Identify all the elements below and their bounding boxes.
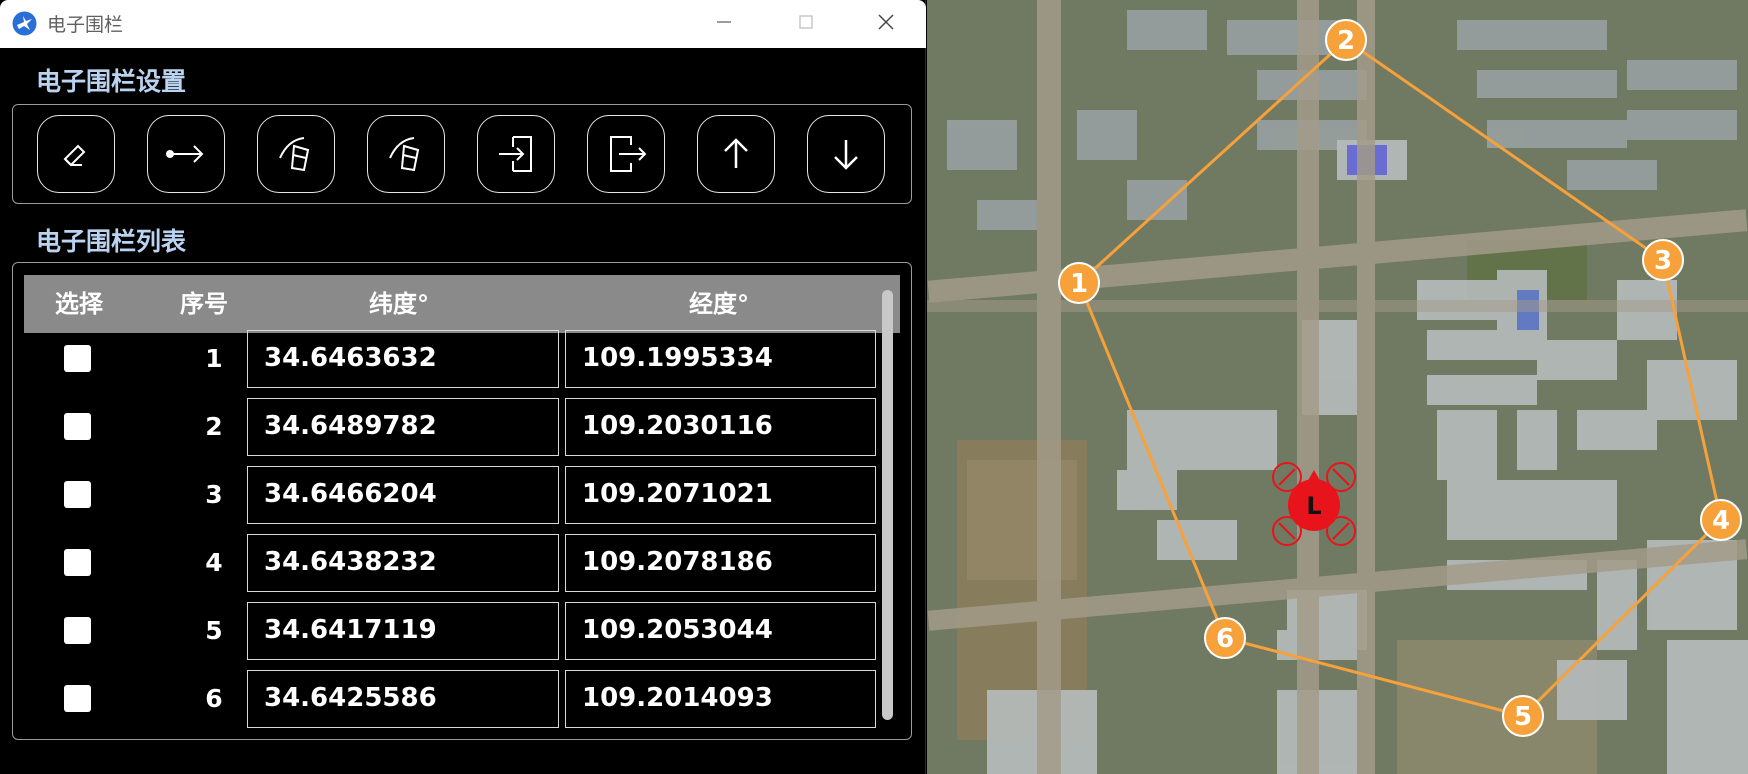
title-bar[interactable]: 电子围栏 <box>0 0 926 48</box>
column-header-select[interactable]: 选择 <box>24 275 134 333</box>
fence-settings-panel <box>12 104 912 204</box>
latitude-input[interactable]: 34.6425586 <box>247 670 559 728</box>
close-icon <box>878 14 894 30</box>
table-row[interactable]: 4 34.6438232 109.2078186 <box>24 534 876 608</box>
latitude-input[interactable]: 34.6417119 <box>247 602 559 660</box>
arrow-up-icon <box>724 138 748 168</box>
row-select-checkbox[interactable] <box>64 685 91 712</box>
fence-marker-3[interactable]: 3 <box>1642 239 1684 281</box>
longitude-input[interactable]: 109.2053044 <box>565 602 876 660</box>
fence-marker-label: 3 <box>1654 246 1672 276</box>
fence-list-title: 电子围栏列表 <box>36 227 187 256</box>
row-select-checkbox[interactable] <box>64 345 91 372</box>
arrow-down-icon <box>834 140 858 170</box>
list-scrollbar[interactable] <box>882 290 893 720</box>
longitude-input[interactable]: 109.2030116 <box>565 398 876 456</box>
satellite-map[interactable]: 1 2 3 4 5 6 L <box>927 0 1748 774</box>
longitude-input[interactable]: 109.2014093 <box>565 670 876 728</box>
row-select-checkbox[interactable] <box>64 617 91 644</box>
column-header-latitude[interactable]: 纬度° <box>234 275 564 333</box>
fence-marker-label: 6 <box>1216 624 1234 654</box>
latitude-input[interactable]: 34.6438232 <box>247 534 559 592</box>
fence-marker-label: 5 <box>1514 702 1532 732</box>
fence-settings-title: 电子围栏设置 <box>36 67 187 96</box>
minimize-button[interactable] <box>688 0 760 44</box>
table-row[interactable]: 6 34.6425586 109.2014093 <box>24 670 876 744</box>
draw-fence-button[interactable] <box>37 115 115 193</box>
fence-marker-label: 2 <box>1337 26 1355 56</box>
clear-fence-button[interactable] <box>257 115 335 193</box>
clear-all-fence-button[interactable] <box>367 115 445 193</box>
longitude-input[interactable]: 109.2071021 <box>565 466 876 524</box>
latitude-input[interactable]: 34.6463632 <box>247 330 559 388</box>
fence-marker-6[interactable]: 6 <box>1204 617 1246 659</box>
app-logo-icon <box>12 11 37 36</box>
table-row[interactable]: 1 34.6463632 109.1995334 <box>24 330 876 404</box>
table-row[interactable]: 2 34.6489782 109.2030116 <box>24 398 876 472</box>
eraser-icon <box>279 137 310 172</box>
pencil-icon <box>63 144 86 167</box>
export-fence-button[interactable] <box>587 115 665 193</box>
latitude-input[interactable]: 34.6466204 <box>247 466 559 524</box>
fence-marker-5[interactable]: 5 <box>1502 695 1544 737</box>
row-select-checkbox[interactable] <box>64 481 91 508</box>
download-fence-button[interactable] <box>807 115 885 193</box>
dot-arrow-icon <box>166 145 204 163</box>
fence-marker-4[interactable]: 4 <box>1700 499 1742 541</box>
window-title: 电子围栏 <box>47 14 124 36</box>
column-header-longitude[interactable]: 经度° <box>554 275 884 333</box>
table-row[interactable]: 3 34.6466204 109.2071021 <box>24 466 876 540</box>
longitude-input[interactable]: 109.2078186 <box>565 534 876 592</box>
latitude-input[interactable]: 34.6489782 <box>247 398 559 456</box>
maximize-icon <box>799 15 813 29</box>
fence-marker-label: 1 <box>1070 269 1088 299</box>
add-point-button[interactable] <box>147 115 225 193</box>
minimize-icon <box>717 21 731 23</box>
fence-dialog: 电子围栏 电子围栏设置 电子围栏列表 选择 序号 纬度° 经度° 1 34.64… <box>0 0 926 774</box>
table-header: 选择 序号 纬度° 经度° <box>24 275 900 333</box>
fence-marker-1[interactable]: 1 <box>1058 262 1100 304</box>
maximize-button[interactable] <box>770 0 842 44</box>
fence-marker-2[interactable]: 2 <box>1325 19 1367 61</box>
row-select-checkbox[interactable] <box>64 549 91 576</box>
map-canvas[interactable]: 1 2 3 4 5 6 L <box>927 0 1748 774</box>
export-icon <box>610 136 647 172</box>
longitude-input[interactable]: 109.1995334 <box>565 330 876 388</box>
import-icon <box>499 136 532 172</box>
import-fence-button[interactable] <box>477 115 555 193</box>
table-row[interactable]: 5 34.6417119 109.2053044 <box>24 602 876 676</box>
upload-fence-button[interactable] <box>697 115 775 193</box>
row-select-checkbox[interactable] <box>64 413 91 440</box>
eraser-icon <box>389 137 420 172</box>
close-button[interactable] <box>850 0 922 44</box>
fence-marker-label: 4 <box>1712 506 1730 536</box>
vehicle-label: L <box>1306 492 1321 520</box>
